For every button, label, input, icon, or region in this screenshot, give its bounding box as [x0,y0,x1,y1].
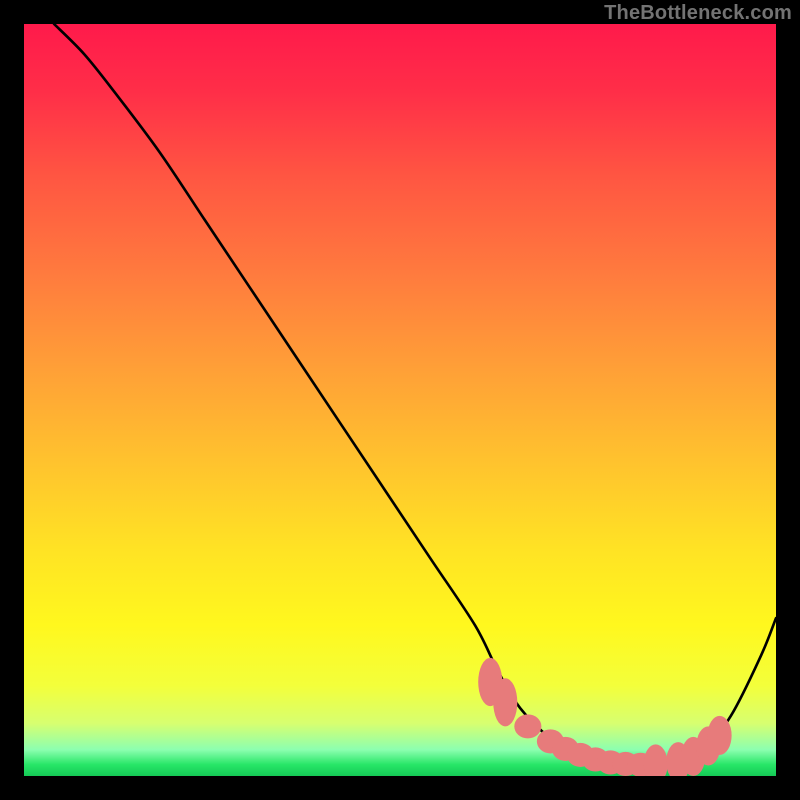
watermark-text: TheBottleneck.com [604,2,792,25]
chart-frame: TheBottleneck.com [0,0,800,800]
optimal-band-markers [478,658,731,776]
curve-layer [24,24,776,776]
optimal-marker [514,714,541,738]
plot-area [24,24,776,776]
optimal-marker [644,744,668,776]
optimal-marker [493,678,517,726]
optimal-marker [708,716,732,755]
bottleneck-curve [54,24,776,766]
